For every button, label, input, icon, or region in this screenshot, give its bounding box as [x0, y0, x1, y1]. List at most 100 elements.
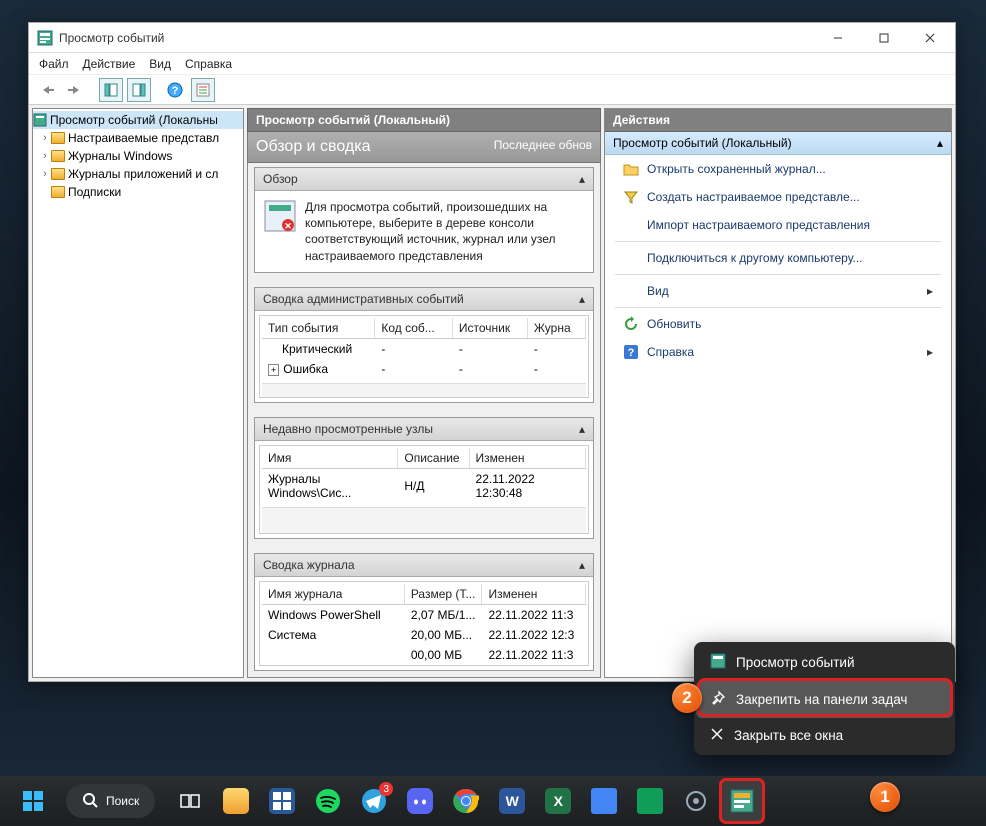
- section-header[interactable]: Обзор▴: [255, 168, 593, 191]
- tree-item[interactable]: Подписки: [33, 183, 243, 201]
- toolbar: ?: [29, 75, 955, 105]
- menu-action[interactable]: Действие: [83, 57, 136, 71]
- actions-header: Действия: [605, 109, 951, 132]
- minimize-button[interactable]: [815, 23, 861, 53]
- taskbar-jumplist: Просмотр событий Закрепить на панели зад…: [694, 642, 955, 755]
- collapse-icon[interactable]: ▴: [579, 172, 585, 186]
- folder-icon: [51, 150, 65, 162]
- menu-file[interactable]: Файл: [39, 57, 69, 71]
- main-subheader: Обзор и сводка Последнее обнов: [247, 132, 601, 163]
- tree-root-label: Просмотр событий (Локальны: [50, 113, 218, 127]
- show-actions-button[interactable]: [127, 78, 151, 102]
- tree-item[interactable]: › Журналы Windows: [33, 147, 243, 165]
- word-icon[interactable]: W: [491, 780, 533, 822]
- nav-forward-button[interactable]: [63, 78, 87, 102]
- app-icon: [37, 30, 53, 46]
- tree-item-label: Журналы Windows: [68, 149, 172, 163]
- calculator-icon[interactable]: [261, 780, 303, 822]
- nav-tree[interactable]: Просмотр событий (Локальны ›Настраиваемы…: [32, 108, 244, 678]
- section-header[interactable]: Сводка журнала▴: [255, 554, 593, 577]
- telegram-icon[interactable]: 3: [353, 780, 395, 822]
- titlebar[interactable]: Просмотр событий: [29, 23, 955, 53]
- expand-icon[interactable]: ›: [39, 168, 51, 180]
- tree-item[interactable]: ›Журналы приложений и сл: [33, 165, 243, 183]
- annotation-badge-2: 2: [672, 683, 702, 713]
- nav-back-button[interactable]: [35, 78, 59, 102]
- action-view[interactable]: Вид▸: [605, 277, 951, 305]
- tree-item[interactable]: ›Настраиваемые представл: [33, 129, 243, 147]
- svg-text:?: ?: [628, 347, 635, 359]
- pin-icon: [710, 690, 726, 709]
- subtitle: Обзор и сводка: [256, 138, 371, 156]
- table-row[interactable]: Windows PowerShell2,07 МБ/1...22.11.2022…: [262, 604, 586, 625]
- show-tree-button[interactable]: [99, 78, 123, 102]
- docs-icon[interactable]: [583, 780, 625, 822]
- section-header[interactable]: Сводка административных событий▴: [255, 288, 593, 311]
- menu-help[interactable]: Справка: [185, 57, 232, 71]
- refresh-icon: [623, 316, 639, 332]
- collapse-icon[interactable]: ▴: [937, 136, 943, 150]
- menu-view[interactable]: Вид: [149, 57, 171, 71]
- last-updated-label: Последнее обнов: [494, 138, 592, 156]
- discord-icon[interactable]: [399, 780, 441, 822]
- action-help[interactable]: ?Справка▸: [605, 338, 951, 366]
- explorer-icon[interactable]: [215, 780, 257, 822]
- taskbar[interactable]: Поиск 3 W X: [0, 776, 986, 826]
- section-header[interactable]: Недавно просмотренные узлы▴: [255, 418, 593, 441]
- jumplist-close-all[interactable]: Закрыть все окна: [696, 718, 953, 753]
- actions-panel: Действия Просмотр событий (Локальный)▴ О…: [604, 108, 952, 678]
- tree-root[interactable]: Просмотр событий (Локальны: [33, 111, 243, 129]
- action-open-saved-log[interactable]: Открыть сохраненный журнал...: [605, 155, 951, 183]
- sheets-icon[interactable]: [629, 780, 671, 822]
- folder-icon: [51, 132, 65, 144]
- action-refresh[interactable]: Обновить: [605, 310, 951, 338]
- scrollbar[interactable]: [262, 507, 586, 533]
- jumplist-app[interactable]: Просмотр событий: [696, 644, 953, 681]
- collapse-icon[interactable]: ▴: [579, 422, 585, 436]
- start-button[interactable]: [12, 780, 54, 822]
- properties-button[interactable]: [191, 78, 215, 102]
- action-create-custom-view[interactable]: Создать настраиваемое представле...: [605, 183, 951, 211]
- menubar: Файл Действие Вид Справка: [29, 53, 955, 75]
- collapse-icon[interactable]: ▴: [579, 558, 585, 572]
- search-icon: [82, 792, 98, 811]
- chevron-right-icon: ▸: [927, 345, 933, 359]
- chrome-icon[interactable]: [445, 780, 487, 822]
- taskbar-search[interactable]: Поиск: [66, 784, 155, 818]
- filter-icon: [623, 189, 639, 205]
- event-viewer-window: Просмотр событий Файл Действие Вид Справ…: [28, 22, 956, 682]
- taskview-icon[interactable]: [169, 780, 211, 822]
- table-row[interactable]: Журналы Windows\Сис...Н/Д22.11.2022 12:3…: [262, 468, 586, 503]
- event-viewer-icon: ✕: [263, 199, 297, 236]
- settings-icon[interactable]: [675, 780, 717, 822]
- log-summary-table[interactable]: Имя журналаРазмер (Т...Изменен Windows P…: [262, 584, 586, 665]
- close-icon: [710, 727, 724, 744]
- table-row[interactable]: +Ошибка---: [262, 359, 586, 379]
- table-row[interactable]: 00,00 МБ22.11.2022 11:3: [262, 645, 586, 665]
- scrollbar[interactable]: [262, 383, 586, 397]
- spotify-icon[interactable]: [307, 780, 349, 822]
- action-import-custom-view[interactable]: Импорт настраиваемого представления: [605, 211, 951, 239]
- tree-item-label: Подписки: [68, 185, 121, 199]
- help-button[interactable]: ?: [163, 78, 187, 102]
- admin-summary-table[interactable]: Тип событияКод соб...ИсточникЖурна Крити…: [262, 318, 586, 379]
- folder-icon: [51, 168, 65, 180]
- jumplist-pin[interactable]: Закрепить на панели задач: [696, 681, 953, 718]
- help-icon: ?: [623, 344, 639, 360]
- search-label: Поиск: [106, 794, 139, 808]
- action-connect-computer[interactable]: Подключиться к другому компьютеру...: [605, 244, 951, 272]
- excel-icon[interactable]: X: [537, 780, 579, 822]
- maximize-button[interactable]: [861, 23, 907, 53]
- event-viewer-taskbar-icon[interactable]: [721, 780, 763, 822]
- expand-icon[interactable]: ›: [39, 132, 51, 144]
- folder-open-icon: [623, 161, 639, 177]
- close-button[interactable]: [907, 23, 953, 53]
- collapse-icon[interactable]: ▴: [579, 292, 585, 306]
- table-row[interactable]: Система20,00 МБ...22.11.2022 12:3: [262, 625, 586, 645]
- annotation-badge-1: 1: [870, 782, 900, 812]
- expand-icon[interactable]: ›: [39, 150, 51, 162]
- svg-text:✕: ✕: [284, 221, 292, 231]
- recent-nodes-table[interactable]: ИмяОписаниеИзменен Журналы Windows\Сис..…: [262, 448, 586, 503]
- actions-group-header[interactable]: Просмотр событий (Локальный)▴: [605, 132, 951, 155]
- table-row[interactable]: Критический---: [262, 338, 586, 359]
